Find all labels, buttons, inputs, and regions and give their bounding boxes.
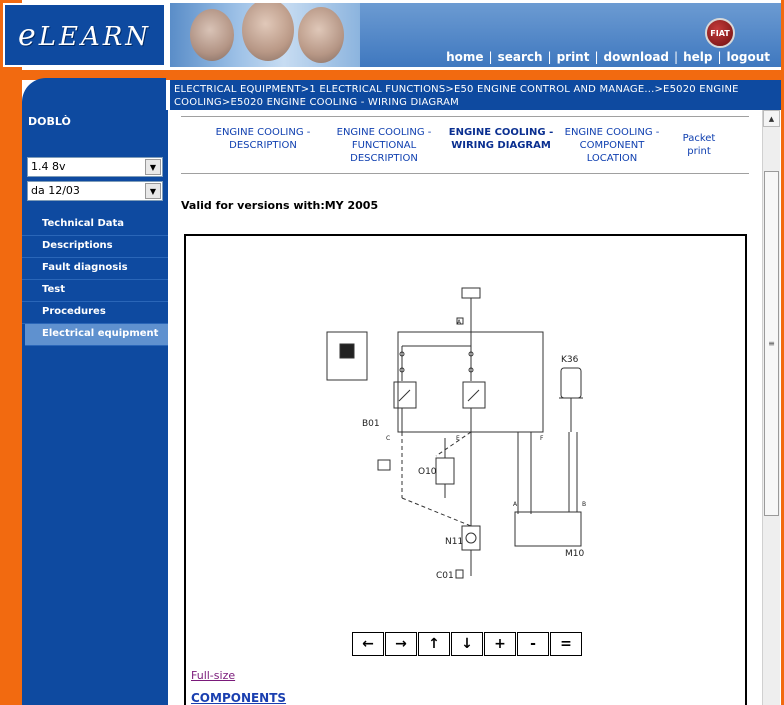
chevron-down-icon[interactable]: ▼ xyxy=(145,183,161,199)
components-heading: COMPONENTS xyxy=(191,691,287,705)
pan-up-button[interactable]: ↑ xyxy=(418,632,450,656)
diagram-conn-c: C xyxy=(386,435,390,442)
sidebar-item-technical-data[interactable]: Technical Data xyxy=(22,214,168,236)
nav-help[interactable]: help xyxy=(683,50,712,64)
nav-print[interactable]: print xyxy=(557,50,590,64)
model-name: DOBLÒ xyxy=(28,115,71,128)
nav-download[interactable]: download xyxy=(604,50,670,64)
scrollbar-thumb[interactable]: ≡ xyxy=(764,171,779,516)
engine-select-value: 1.4 8v xyxy=(31,160,66,173)
sidebar-item-descriptions[interactable]: Descriptions xyxy=(22,236,168,258)
tab-wiring-diagram[interactable]: ENGINE COOLING - WIRING DIAGRAM xyxy=(445,126,557,152)
diagram-controls: ← → ↑ ↓ + - = xyxy=(352,632,582,656)
diagram-conn-a-top: A xyxy=(457,319,462,326)
sidebar-item-procedures[interactable]: Procedures xyxy=(22,302,168,324)
section-tabs: ENGINE COOLING - DESCRIPTION ENGINE COOL… xyxy=(181,116,749,174)
top-navigation: home | search | print | download | help | logout xyxy=(446,50,770,64)
sidebar: DOBLÒ 1.4 8v ▼ da 12/03 ▼ Technical Data… xyxy=(22,110,168,705)
vertical-scrollbar[interactable]: ▲ ≡ xyxy=(762,110,780,705)
pan-down-button[interactable]: ↓ xyxy=(451,632,483,656)
full-size-link[interactable]: Full-size xyxy=(191,669,235,682)
fiat-logo-icon: FIAT xyxy=(705,18,735,48)
logo-text: eLEARN xyxy=(17,17,152,53)
sidebar-item-electrical-equipment[interactable]: Electrical equipment xyxy=(25,324,168,346)
diagram-conn-f: F xyxy=(540,435,544,442)
pan-left-button[interactable]: ← xyxy=(352,632,384,656)
diagram-label-o10: O10 xyxy=(418,467,437,477)
tab-component-location[interactable]: ENGINE COOLING - COMPONENT LOCATION xyxy=(557,126,667,165)
left-orange-strip xyxy=(0,0,22,705)
diagram-label-c01: C01 xyxy=(436,571,454,581)
nav-home[interactable]: home xyxy=(446,50,483,64)
tab-description[interactable]: ENGINE COOLING - DESCRIPTION xyxy=(203,126,323,152)
wiring-diagram: B01 K36 O10 N11 M10 C01 A A B C E F ← → … xyxy=(184,234,747,705)
diagram-label-k36: K36 xyxy=(561,355,579,365)
sidebar-corner xyxy=(22,78,166,110)
tab-packet-print[interactable]: Packet print xyxy=(673,132,725,158)
header-photo xyxy=(170,3,360,67)
diagram-label-m10: M10 xyxy=(565,549,584,559)
zoom-out-button[interactable]: - xyxy=(517,632,549,656)
engine-select[interactable]: 1.4 8v ▼ xyxy=(27,157,163,177)
diagram-conn-e: E xyxy=(456,435,460,442)
zoom-reset-button[interactable]: = xyxy=(550,632,582,656)
date-select-value: da 12/03 xyxy=(31,184,80,197)
date-select[interactable]: da 12/03 ▼ xyxy=(27,181,163,201)
zoom-in-button[interactable]: + xyxy=(484,632,516,656)
diagram-label-n11: N11 xyxy=(445,537,463,547)
main-content: ENGINE COOLING - DESCRIPTION ENGINE COOL… xyxy=(170,110,762,705)
pan-right-button[interactable]: → xyxy=(385,632,417,656)
sidebar-item-test[interactable]: Test xyxy=(22,280,168,302)
sidebar-menu: Technical Data Descriptions Fault diagno… xyxy=(22,214,168,346)
chevron-down-icon[interactable]: ▼ xyxy=(145,159,161,175)
diagram-conn-a: A xyxy=(513,501,518,508)
sidebar-item-fault-diagnosis[interactable]: Fault diagnosis xyxy=(22,258,168,280)
validity-note: Valid for versions with:MY 2005 xyxy=(181,199,379,212)
nav-search[interactable]: search xyxy=(498,50,543,64)
diagram-conn-b: B xyxy=(582,501,586,508)
elearn-logo[interactable]: eLEARN xyxy=(3,3,166,67)
nav-logout[interactable]: logout xyxy=(727,50,770,64)
diagram-label-b01: B01 xyxy=(362,419,380,429)
tab-functional-description[interactable]: ENGINE COOLING - FUNCTIONAL DESCRIPTION xyxy=(323,126,445,165)
breadcrumb: ELECTRICAL EQUIPMENT>1 ELECTRICAL FUNCTI… xyxy=(170,80,781,110)
scroll-up-icon[interactable]: ▲ xyxy=(763,110,780,127)
